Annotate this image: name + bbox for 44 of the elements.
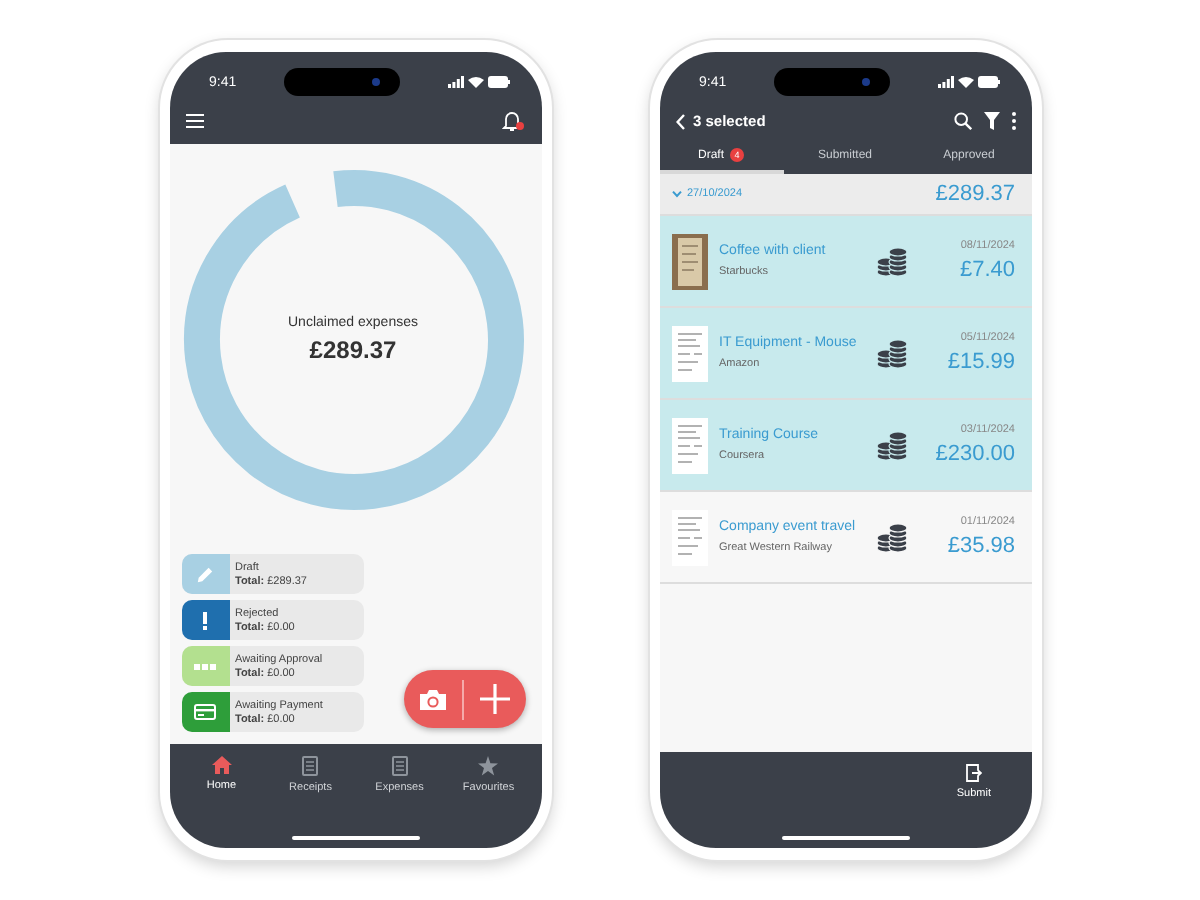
filter-button[interactable]: [983, 112, 999, 130]
coins-icon: [875, 428, 907, 462]
back-button[interactable]: [675, 113, 685, 129]
receipt-photo: [671, 233, 707, 289]
signal-icon: [447, 76, 463, 88]
expense-amount: £230.00: [935, 442, 1015, 466]
star-icon: [478, 756, 499, 776]
pencil-icon: [196, 565, 214, 583]
coins-icon: [875, 244, 907, 278]
house-icon: [211, 756, 232, 774]
camera-icon: [419, 689, 445, 709]
signal-icon: [937, 76, 953, 88]
document-icon: [391, 756, 408, 776]
group-total: £289.37: [935, 182, 1015, 206]
receipt-scan: [671, 509, 707, 565]
menu-icon: [185, 114, 203, 128]
camera-notch: [773, 68, 890, 96]
exclamation-icon: [202, 611, 208, 629]
document-icon: [302, 756, 319, 776]
expense-amount: £15.99: [947, 350, 1015, 374]
expense-amount: £7.40: [959, 258, 1015, 282]
coins-icon: [875, 520, 907, 554]
bell-icon[interactable]: [501, 110, 521, 132]
battery-icon: [977, 76, 999, 88]
filter-icon: [983, 112, 999, 130]
battery-icon: [487, 76, 509, 88]
wifi-icon: [957, 76, 973, 88]
dots-icon: [194, 663, 216, 669]
expense-amount: £35.98: [947, 534, 1015, 558]
card-icon: [194, 704, 216, 720]
plus-icon: [479, 684, 509, 714]
home-indicator: [781, 836, 909, 840]
menu-button[interactable]: [185, 114, 203, 128]
summary-amount: £289.37: [309, 336, 397, 364]
camera-notch: [283, 68, 400, 96]
coins-icon: [875, 336, 907, 370]
wifi-icon: [467, 76, 483, 88]
home-indicator: [291, 836, 419, 840]
receipt-scan: [671, 325, 707, 381]
exit-icon: [965, 764, 982, 782]
receipt-scan: [671, 417, 707, 473]
chevron-left-icon: [675, 113, 685, 129]
search-button[interactable]: [953, 112, 971, 130]
search-icon: [953, 112, 971, 130]
